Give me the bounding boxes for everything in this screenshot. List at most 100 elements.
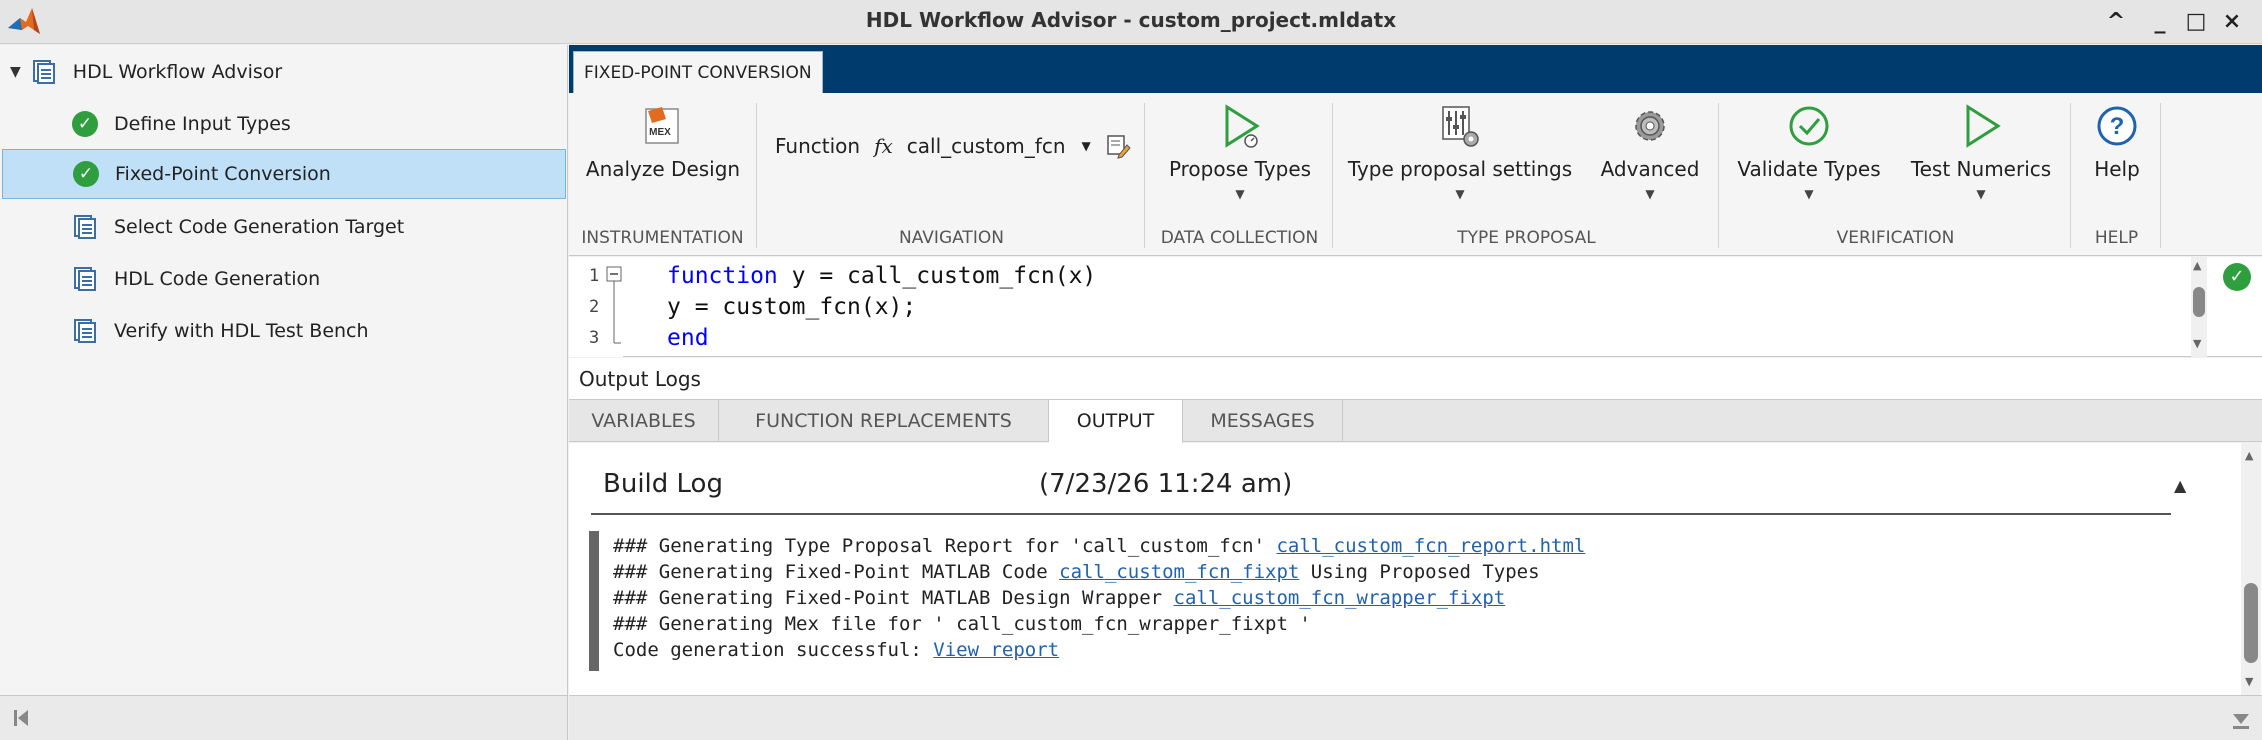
task-document-icon bbox=[74, 267, 96, 291]
tree-item-select-code-generation-target[interactable]: Select Code Generation Target bbox=[72, 202, 562, 252]
test-numerics-label: Test Numerics bbox=[1910, 157, 2052, 181]
chevron-down-icon[interactable]: ▼ bbox=[1082, 139, 1091, 153]
section-label-instrumentation: INSTRUMENTATION bbox=[581, 228, 744, 248]
tree-item-fixed-point-conversion[interactable]: ✓ Fixed-Point Conversion bbox=[2, 149, 566, 199]
tab-output[interactable]: OUTPUT bbox=[1049, 400, 1183, 443]
play-icon bbox=[1966, 104, 2001, 148]
ribbon-tab-strip: FIXED-POINT CONVERSION bbox=[569, 45, 2262, 93]
tree-item-label: Fixed-Point Conversion bbox=[115, 163, 331, 185]
log-line: ### Generating Mex file for ' call_custo… bbox=[613, 613, 1311, 635]
code-keyword: end bbox=[667, 325, 709, 351]
collapse-panel-icon[interactable] bbox=[12, 708, 32, 728]
function-selector[interactable]: Function fx call_custom_fcn ▼ bbox=[775, 133, 1131, 159]
log-text: Code generation successful: bbox=[613, 639, 934, 661]
settings-sliders-icon bbox=[1442, 106, 1479, 147]
build-log-divider bbox=[591, 513, 2171, 515]
editor-scroll-thumb[interactable] bbox=[2193, 287, 2205, 317]
output-panel: Build Log (7/23/26 11:24 am) ▲ ### Gener… bbox=[569, 443, 2262, 695]
edit-function-icon[interactable] bbox=[1105, 133, 1131, 159]
tree-item-verify-with-hdl-test-bench[interactable]: Verify with HDL Test Bench bbox=[72, 306, 562, 356]
section-data-collection: Propose Types ▼ DATA COLLECTION bbox=[1147, 103, 1333, 248]
type-proposal-settings-button[interactable]: Type proposal settings ▼ bbox=[1345, 103, 1575, 201]
line-number: 1 bbox=[589, 266, 600, 286]
task-document-icon bbox=[74, 215, 96, 239]
chevron-down-icon[interactable]: ▼ bbox=[1729, 187, 1889, 201]
section-help: ? Help HELP bbox=[2073, 103, 2161, 248]
code-analyzer-check-icon[interactable]: ✓ bbox=[2223, 263, 2251, 291]
function-value: call_custom_fcn bbox=[906, 134, 1066, 158]
log-line: ### Generating Fixed-Point MATLAB Design… bbox=[613, 587, 1505, 609]
window-title: HDL Workflow Advisor - custom_project.ml… bbox=[865, 8, 1397, 32]
maximize-button[interactable]: □ bbox=[2180, 6, 2212, 38]
function-label: Function bbox=[775, 134, 861, 158]
section-type-proposal: Type proposal settings ▼ Advanced ▼ TYPE… bbox=[1335, 103, 1719, 248]
scroll-up-icon[interactable]: ▲ bbox=[2245, 449, 2253, 462]
scroll-up-icon[interactable]: ▲ bbox=[2193, 259, 2201, 272]
view-report-link[interactable]: View report bbox=[933, 639, 1059, 661]
tree-root[interactable]: ▼ HDL Workflow Advisor bbox=[10, 47, 560, 97]
section-instrumentation: MEX Analyze Design INSTRUMENTATION bbox=[569, 103, 757, 248]
tab-messages[interactable]: MESSAGES bbox=[1183, 400, 1343, 442]
help-button[interactable]: ? Help bbox=[2077, 103, 2157, 181]
expand-panel-icon[interactable] bbox=[2230, 708, 2252, 730]
code-fold-icon[interactable] bbox=[605, 265, 625, 353]
validate-check-circle-icon bbox=[1789, 106, 1829, 146]
wrapper-fixpt-link[interactable]: call_custom_fcn_wrapper_fixpt bbox=[1174, 587, 1506, 609]
code-text: y = call_custom_fcn(x) bbox=[777, 263, 1097, 289]
tab-fixed-point-conversion[interactable]: FIXED-POINT CONVERSION bbox=[573, 51, 823, 93]
tree-item-hdl-code-generation[interactable]: HDL Code Generation bbox=[72, 254, 562, 304]
code-keyword: function bbox=[667, 263, 778, 289]
code-text: y = custom_fcn(x); bbox=[667, 294, 917, 320]
editor-scrollbar[interactable]: ▲ ▼ bbox=[2191, 257, 2207, 357]
tab-function-replacements[interactable]: FUNCTION REPLACEMENTS bbox=[719, 400, 1049, 442]
log-text: ### Generating Mex file for ' call_custo… bbox=[613, 613, 1311, 635]
propose-types-play-icon bbox=[1225, 104, 1260, 148]
log-text: ### Generating Fixed-Point MATLAB Design… bbox=[613, 587, 1174, 609]
output-scrollbar[interactable]: ▲ ▼ bbox=[2241, 443, 2261, 695]
validate-types-button[interactable]: Validate Types ▼ bbox=[1729, 103, 1889, 201]
svg-text:?: ? bbox=[2110, 113, 2125, 140]
log-text: ### Generating Fixed-Point MATLAB Code bbox=[613, 561, 1060, 583]
code-editor[interactable]: 1 2 3 function y = call_custom_fcn(x) y … bbox=[569, 257, 2262, 357]
scroll-down-icon[interactable]: ▼ bbox=[2193, 337, 2201, 350]
chevron-down-icon[interactable]: ▼ bbox=[1901, 187, 2061, 201]
tab-variables[interactable]: VARIABLES bbox=[569, 400, 719, 442]
chevron-down-icon[interactable]: ▼ bbox=[1157, 187, 1323, 201]
fixpt-code-link[interactable]: call_custom_fcn_fixpt bbox=[1059, 561, 1299, 583]
section-label-type-proposal: TYPE PROPOSAL bbox=[1457, 228, 1596, 248]
toolstrip: MEX Analyze Design INSTRUMENTATION Funct… bbox=[569, 93, 2262, 256]
check-icon: ✓ bbox=[72, 111, 98, 137]
report-link[interactable]: call_custom_fcn_report.html bbox=[1276, 535, 1585, 557]
analyze-design-button[interactable]: MEX Analyze Design bbox=[583, 103, 743, 181]
minimize-button[interactable]: _ bbox=[2144, 6, 2176, 38]
fx-icon: fx bbox=[874, 134, 893, 158]
mex-badge-text: MEX bbox=[649, 127, 671, 138]
section-label-navigation: NAVIGATION bbox=[899, 228, 1004, 248]
task-document-icon bbox=[74, 319, 96, 343]
collapse-ribbon-button[interactable]: ^ bbox=[2100, 6, 2132, 38]
build-log-timestamp: (7/23/26 11:24 am) bbox=[1039, 469, 1293, 499]
type-proposal-settings-label: Type proposal settings bbox=[1347, 157, 1573, 181]
log-margin-bar bbox=[589, 531, 599, 671]
log-line: Code generation successful: View report bbox=[613, 639, 1059, 661]
title-bar: HDL Workflow Advisor - custom_project.ml… bbox=[0, 0, 2262, 44]
close-button[interactable]: × bbox=[2216, 6, 2248, 38]
log-tabs: VARIABLES FUNCTION REPLACEMENTS OUTPUT M… bbox=[569, 400, 2262, 443]
expand-caret-icon[interactable]: ▼ bbox=[10, 64, 21, 80]
output-scroll-thumb[interactable] bbox=[2244, 583, 2258, 663]
code-line-1: function y = call_custom_fcn(x) bbox=[667, 263, 1096, 289]
chevron-down-icon[interactable]: ▼ bbox=[1345, 187, 1575, 201]
tree-item-define-input-types[interactable]: ✓ Define Input Types bbox=[72, 99, 562, 149]
section-verification: Validate Types ▼ Test Numerics ▼ VERIFIC… bbox=[1721, 103, 2071, 248]
tree-item-label: HDL Code Generation bbox=[114, 268, 321, 290]
scroll-down-icon[interactable]: ▼ bbox=[2245, 675, 2253, 688]
propose-types-button[interactable]: Propose Types ▼ bbox=[1157, 103, 1323, 201]
collapse-build-log-icon[interactable]: ▲ bbox=[2174, 476, 2186, 495]
gear-icon bbox=[1635, 111, 1665, 141]
advanced-button[interactable]: Advanced ▼ bbox=[1595, 103, 1705, 201]
test-numerics-button[interactable]: Test Numerics ▼ bbox=[1901, 103, 2061, 201]
help-question-icon: ? bbox=[2097, 106, 2137, 146]
chevron-down-icon[interactable]: ▼ bbox=[1595, 187, 1705, 201]
section-label-verification: VERIFICATION bbox=[1836, 228, 1955, 248]
section-label-help: HELP bbox=[2094, 228, 2139, 248]
